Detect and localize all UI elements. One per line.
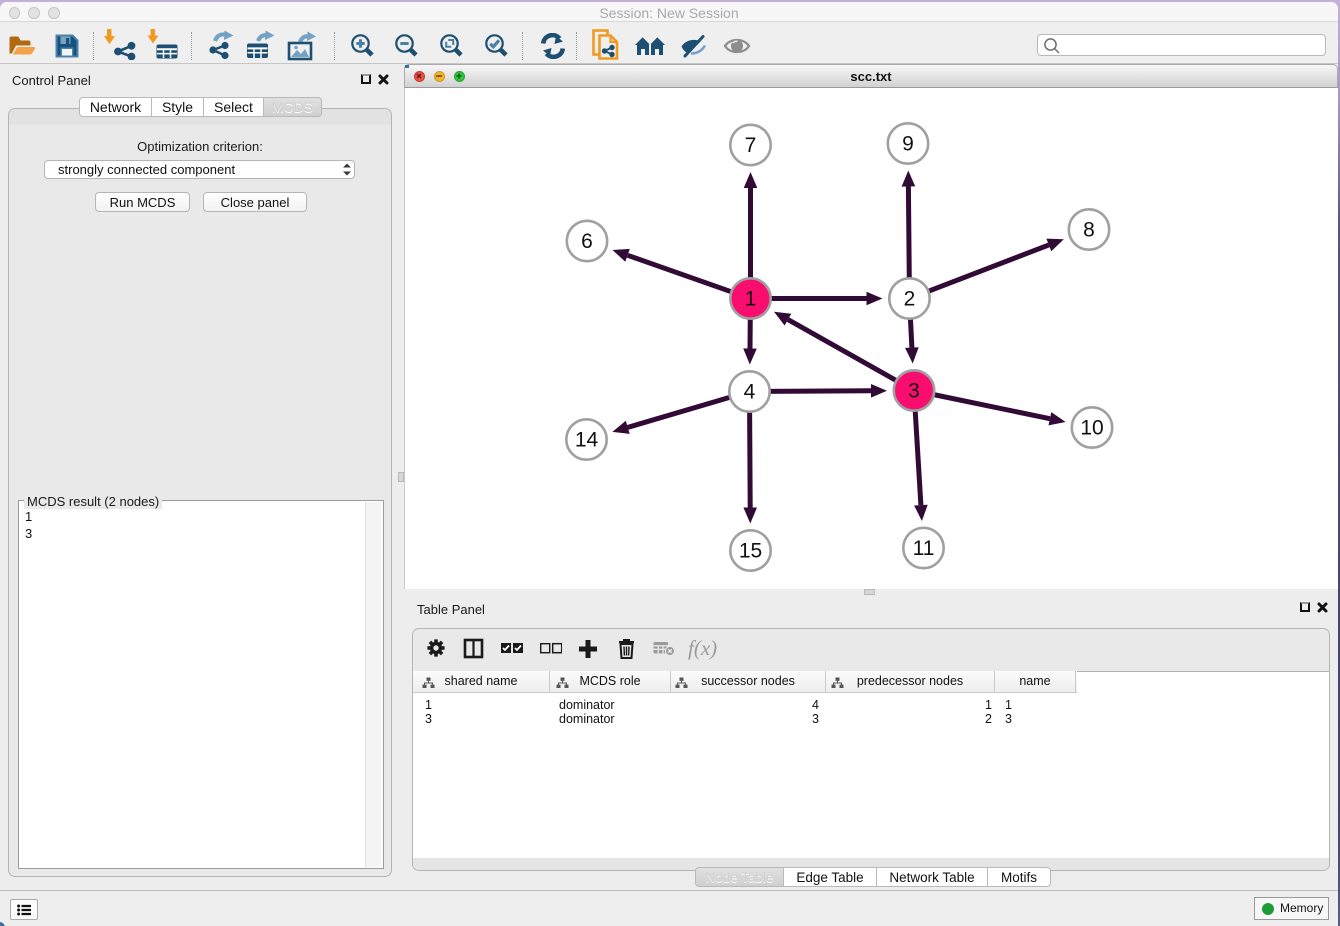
- svg-text:4: 4: [744, 381, 756, 404]
- svg-text:10: 10: [1080, 417, 1103, 440]
- svg-text:1: 1: [745, 288, 757, 311]
- svg-text:9: 9: [902, 133, 914, 156]
- svg-text:14: 14: [575, 429, 599, 452]
- svg-text:3: 3: [908, 380, 920, 403]
- svg-text:11: 11: [913, 537, 935, 560]
- svg-text:6: 6: [581, 230, 593, 253]
- svg-text:7: 7: [745, 134, 757, 157]
- svg-text:15: 15: [739, 540, 762, 563]
- svg-text:8: 8: [1083, 219, 1095, 242]
- svg-text:2: 2: [904, 288, 916, 311]
